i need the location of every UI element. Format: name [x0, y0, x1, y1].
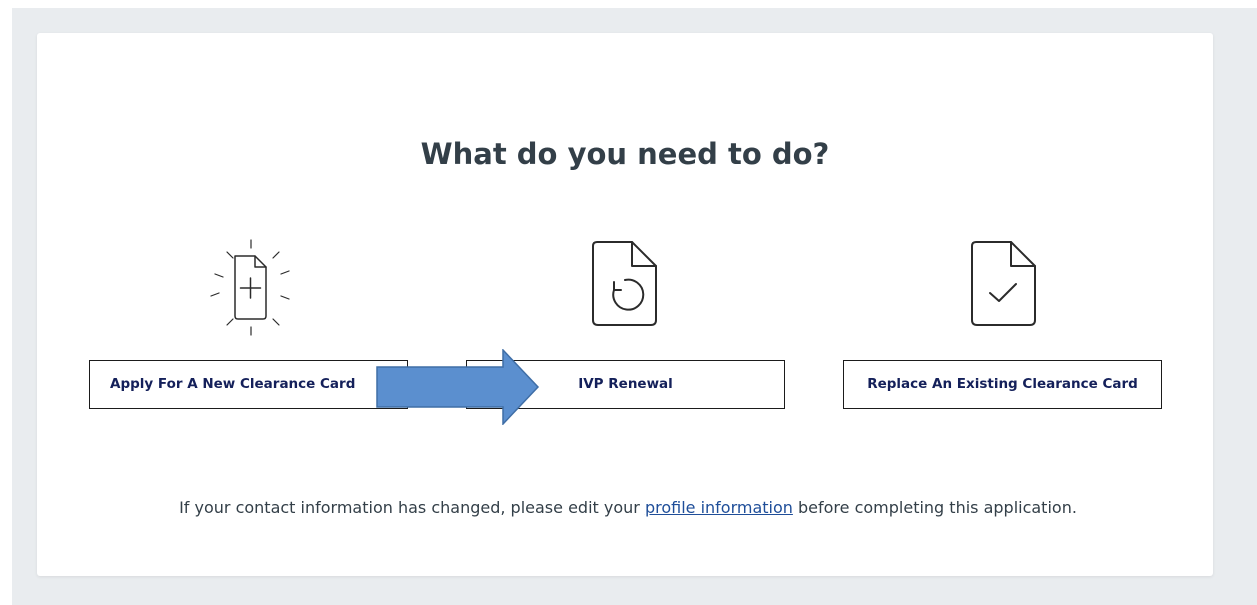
footer-text-after: before completing this application.: [792, 498, 1077, 517]
checked-document-icon: [966, 240, 1042, 330]
right-arrow-icon: [376, 348, 540, 429]
replace-card-button[interactable]: Replace An Existing Clearance Card: [843, 360, 1162, 409]
footer-text-before: If your contact information has changed,…: [179, 498, 645, 517]
renew-document-icon: [587, 240, 663, 330]
page-title: What do you need to do?: [420, 137, 830, 171]
new-document-icon: [205, 238, 295, 338]
footer-note: If your contact information has changed,…: [120, 497, 1136, 518]
options-card: What do you need to do? Apply For A New …: [37, 33, 1213, 576]
profile-information-link[interactable]: profile information: [645, 498, 793, 517]
apply-new-card-button[interactable]: Apply For A New Clearance Card: [89, 360, 408, 409]
